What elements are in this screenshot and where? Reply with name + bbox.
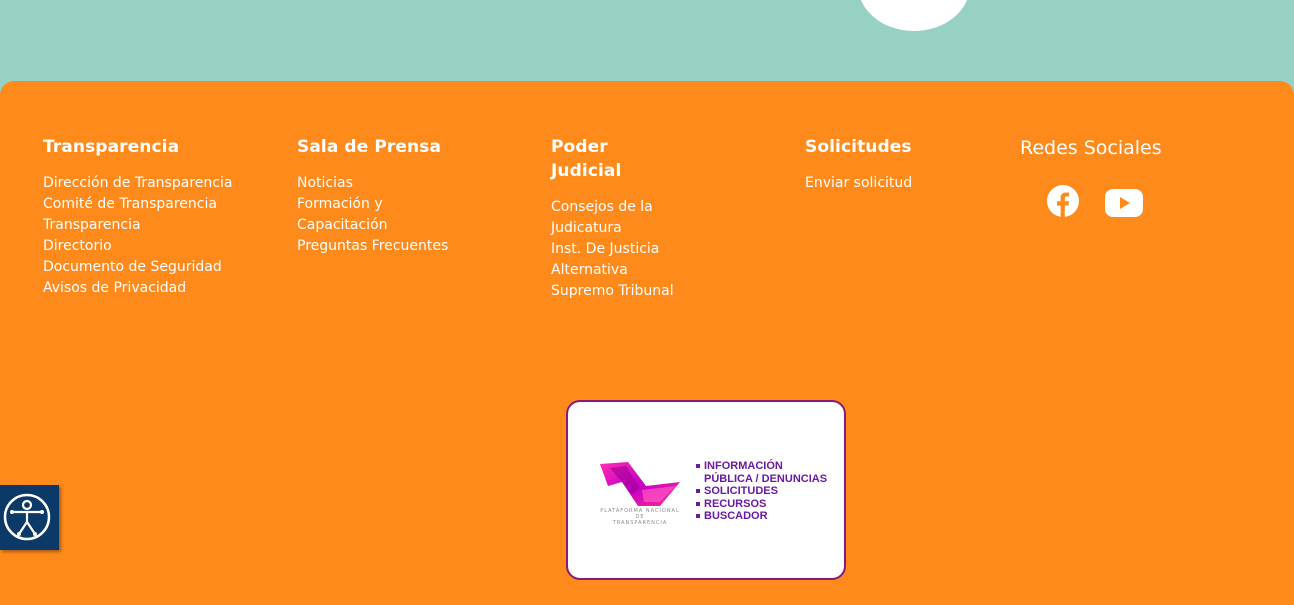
pnt-logo-caption: PLATAFORMA NACIONAL DE TRANSPARENCIA: [600, 508, 680, 526]
accessibility-button[interactable]: [0, 485, 59, 550]
pnt-item-buscador: BUSCADOR: [696, 510, 827, 523]
footer-column-transparencia: Transparencia Dirección de Transparencia…: [43, 135, 233, 299]
link-noticias[interactable]: Noticias: [297, 175, 353, 191]
pnt-menu: INFORMACIÓN PÚBLICA / DENUNCIAS SOLICITU…: [696, 460, 827, 523]
pnt-banner[interactable]: PLATAFORMA NACIONAL DE TRANSPARENCIA INF…: [566, 400, 846, 580]
link-avisos-privacidad[interactable]: Avisos de Privacidad: [43, 280, 186, 296]
link-formacion-capacitacion[interactable]: Formación y Capacitación: [297, 196, 388, 233]
link-supremo-tribunal[interactable]: Supremo Tribunal: [551, 283, 674, 299]
footer-column-solicitudes: Solicitudes Enviar solicitud: [805, 135, 975, 194]
column-title: Poder Judicial: [551, 137, 622, 181]
link-direccion-transparencia[interactable]: Dirección de Transparencia: [43, 175, 232, 191]
link-justicia-alternativa[interactable]: Inst. De Justicia Alternativa: [551, 241, 659, 278]
link-comite-transparencia[interactable]: Comité de Transparencia: [43, 196, 217, 212]
footer-column-poder-judicial: Poder Judicial Consejos de la Judicatura…: [551, 135, 681, 302]
pnt-item-recursos: RECURSOS: [696, 498, 827, 511]
link-documento-seguridad[interactable]: Documento de Seguridad: [43, 259, 222, 275]
facebook-icon[interactable]: [1047, 185, 1079, 217]
pnt-item-informacion: INFORMACIÓN: [696, 460, 827, 473]
link-transparencia[interactable]: Transparencia: [43, 217, 141, 233]
pnt-item-solicitudes: SOLICITUDES: [696, 485, 827, 498]
link-directorio[interactable]: Directorio: [43, 238, 112, 254]
site-footer: Transparencia Dirección de Transparencia…: [0, 81, 1294, 605]
social-section: Redes Sociales: [1020, 135, 1180, 217]
link-enviar-solicitud[interactable]: Enviar solicitud: [805, 175, 912, 191]
decorative-shape: [858, 0, 970, 31]
column-title: Transparencia: [43, 137, 180, 157]
link-preguntas-frecuentes[interactable]: Preguntas Frecuentes: [297, 238, 448, 254]
link-consejos-judicatura[interactable]: Consejos de la Judicatura: [551, 199, 653, 236]
accessibility-icon: [3, 493, 51, 541]
column-title: Solicitudes: [805, 137, 912, 157]
pnt-item-publica-denuncias: PÚBLICA / DENUNCIAS: [704, 472, 828, 485]
footer-column-sala-de-prensa: Sala de Prensa Noticias Formación y Capa…: [297, 135, 467, 257]
social-title: Redes Sociales: [1020, 137, 1162, 159]
youtube-icon[interactable]: [1105, 189, 1143, 217]
column-title: Sala de Prensa: [297, 137, 442, 157]
